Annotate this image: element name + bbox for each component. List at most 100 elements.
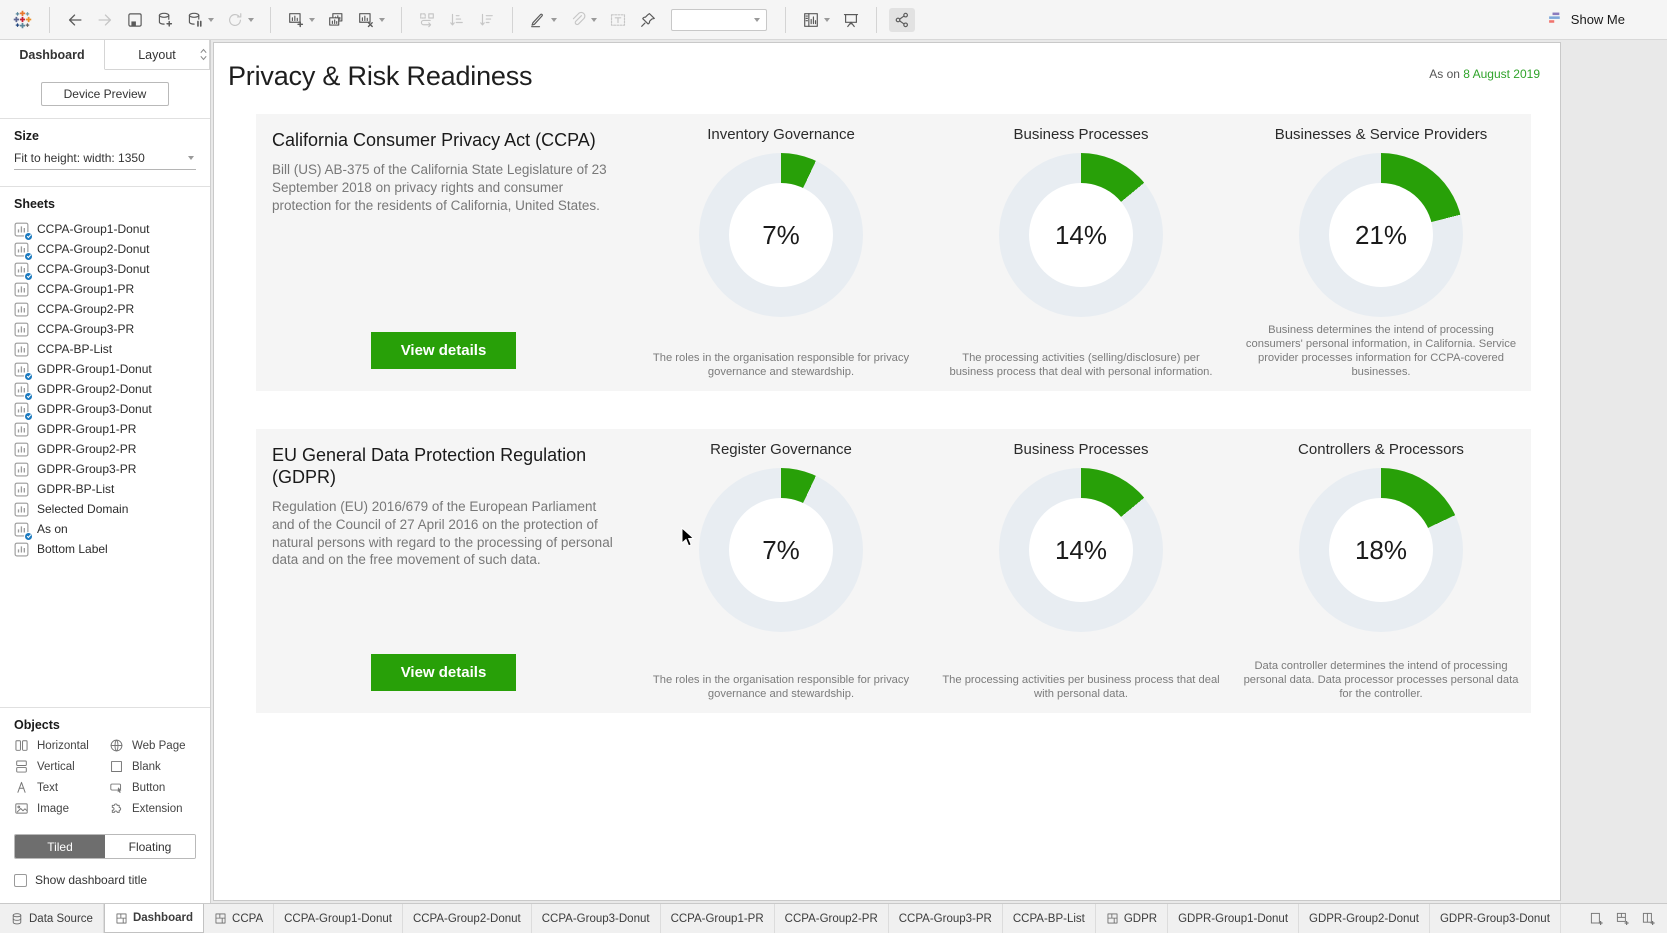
sheet-list-item[interactable]: GDPR-Group1-PR — [0, 419, 210, 439]
chevron-down-icon — [754, 18, 760, 22]
object-item[interactable]: Vertical — [14, 759, 105, 774]
object-item[interactable]: Blank — [109, 759, 200, 774]
tab-layout[interactable]: Layout — [105, 40, 210, 69]
sheet-list-item[interactable]: Selected Domain — [0, 499, 210, 519]
object-item[interactable]: Button — [109, 780, 200, 795]
fix-axes-button[interactable] — [635, 8, 661, 32]
sheet-name-label: CCPA-Group3-Donut — [37, 262, 150, 276]
object-item[interactable]: Web Page — [109, 738, 200, 753]
sheet-tab[interactable]: CCPA-Group2-Donut — [403, 904, 532, 933]
sheet-list-item[interactable]: CCPA-Group3-Donut — [0, 259, 210, 279]
swap-rows-columns-button[interactable] — [414, 8, 440, 32]
sheet-tab[interactable]: CCPA-Group1-PR — [661, 904, 775, 933]
sheet-list-item[interactable]: CCPA-BP-List — [0, 339, 210, 359]
show-hide-cards-button[interactable] — [798, 8, 834, 32]
dropdown-caret-icon[interactable] — [248, 18, 254, 22]
undo-button[interactable] — [62, 8, 88, 32]
donut-chart[interactable]: 18% — [1299, 468, 1463, 632]
gdpr-view-details-button[interactable]: View details — [371, 654, 517, 691]
show-dashboard-title-checkbox[interactable] — [14, 874, 27, 887]
sheet-list-item[interactable]: CCPA-Group1-PR — [0, 279, 210, 299]
sheet-tab[interactable]: CCPA — [204, 904, 274, 933]
tiled-button[interactable]: Tiled — [15, 835, 105, 858]
show-me-button[interactable]: Show Me — [1547, 10, 1625, 30]
sheet-list-item[interactable]: GDPR-Group3-Donut — [0, 399, 210, 419]
dropdown-caret-icon[interactable] — [551, 18, 557, 22]
sheet-tab[interactable]: GDPR-Group3-Donut — [1430, 904, 1561, 933]
clear-sheet-button[interactable] — [353, 8, 389, 32]
worksheet-icon — [14, 482, 29, 497]
object-item[interactable]: Image — [14, 801, 105, 816]
sheet-tab[interactable]: CCPA-Group3-PR — [889, 904, 1003, 933]
sheet-list-item[interactable]: CCPA-Group3-PR — [0, 319, 210, 339]
dropdown-caret-icon[interactable] — [309, 18, 315, 22]
dropdown-caret-icon[interactable] — [591, 18, 597, 22]
sheet-list-item[interactable]: GDPR-BP-List — [0, 479, 210, 499]
sheet-tab[interactable]: Data Source — [0, 904, 104, 933]
dropdown-caret-icon[interactable] — [208, 18, 214, 22]
device-preview-button[interactable]: Device Preview — [41, 82, 169, 106]
size-dropdown[interactable]: Fit to height: width: 1350 — [14, 149, 196, 170]
sheet-list-item[interactable]: CCPA-Group2-PR — [0, 299, 210, 319]
object-label: Image — [37, 803, 69, 815]
sheet-tab-label: GDPR — [1124, 913, 1157, 925]
donut-chart[interactable]: 7% — [699, 153, 863, 317]
new-data-source-button[interactable] — [152, 8, 178, 32]
new-story-icon[interactable] — [1639, 909, 1659, 929]
sheet-tab[interactable]: CCPA-Group1-Donut — [274, 904, 403, 933]
dropdown-caret-icon[interactable] — [824, 18, 830, 22]
sheet-tab[interactable]: GDPR-Group1-Donut — [1168, 904, 1299, 933]
sort-descending-button[interactable] — [474, 8, 500, 32]
object-item[interactable]: Horizontal — [14, 738, 105, 753]
sheet-tab[interactable]: Dashboard — [104, 904, 204, 933]
show-mark-labels-button[interactable] — [605, 8, 631, 32]
sheet-tab[interactable]: CCPA-Group3-Donut — [532, 904, 661, 933]
object-item[interactable]: Text — [14, 780, 105, 795]
duplicate-sheet-button[interactable] — [323, 8, 349, 32]
pin-icon — [639, 11, 657, 29]
donut-chart[interactable]: 7% — [699, 468, 863, 632]
dropdown-caret-icon[interactable] — [379, 18, 385, 22]
ccpa-view-details-button[interactable]: View details — [371, 332, 517, 369]
sheet-tab-label: Dashboard — [133, 912, 193, 924]
worksheet-icon — [14, 362, 29, 377]
sheet-list-item[interactable]: GDPR-Group3-PR — [0, 459, 210, 479]
highlight-button[interactable] — [525, 8, 561, 32]
floating-button[interactable]: Floating — [105, 835, 195, 858]
run-update-button[interactable] — [222, 8, 258, 32]
sheet-tab[interactable]: GDPR — [1096, 904, 1168, 933]
extension-icon — [109, 801, 124, 816]
tab-dashboard[interactable]: Dashboard — [0, 40, 105, 70]
sheet-list-item[interactable]: GDPR-Group2-Donut — [0, 379, 210, 399]
worksheet-icon — [14, 462, 29, 477]
collapse-pane-icon[interactable] — [199, 48, 208, 64]
sheet-list-item[interactable]: As on — [0, 519, 210, 539]
refresh-icon — [226, 11, 244, 29]
donut-chart[interactable]: 21% — [1299, 153, 1463, 317]
new-dashboard-icon[interactable] — [1613, 909, 1633, 929]
save-button[interactable] — [122, 8, 148, 32]
sheet-list-item[interactable]: CCPA-Group2-Donut — [0, 239, 210, 259]
sheet-tab[interactable]: GDPR-Group2-Donut — [1299, 904, 1430, 933]
share-workbook-button[interactable] — [889, 8, 915, 32]
sheet-list-item[interactable]: Bottom Label — [0, 539, 210, 559]
sheet-list-item[interactable]: CCPA-Group1-Donut — [0, 219, 210, 239]
duplicate-icon — [327, 11, 345, 29]
group-members-button[interactable] — [565, 8, 601, 32]
new-worksheet-button[interactable] — [283, 8, 319, 32]
sheet-tab[interactable]: CCPA-BP-List — [1003, 904, 1096, 933]
donut-chart[interactable]: 14% — [999, 153, 1163, 317]
sheet-list-item[interactable]: GDPR-Group1-Donut — [0, 359, 210, 379]
object-item[interactable]: Extension — [109, 801, 200, 816]
sort-ascending-button[interactable] — [444, 8, 470, 32]
sheet-list-item[interactable]: GDPR-Group2-PR — [0, 439, 210, 459]
new-sheet-controls — [1579, 904, 1667, 933]
pause-auto-updates-button[interactable] — [182, 8, 218, 32]
tableau-logo[interactable] — [8, 6, 37, 33]
sheet-tab[interactable]: CCPA-Group2-PR — [775, 904, 889, 933]
fit-dropdown[interactable] — [671, 9, 767, 31]
donut-chart[interactable]: 14% — [999, 468, 1163, 632]
redo-button[interactable] — [92, 8, 118, 32]
presentation-mode-button[interactable] — [838, 8, 864, 32]
new-worksheet-icon[interactable] — [1587, 909, 1607, 929]
